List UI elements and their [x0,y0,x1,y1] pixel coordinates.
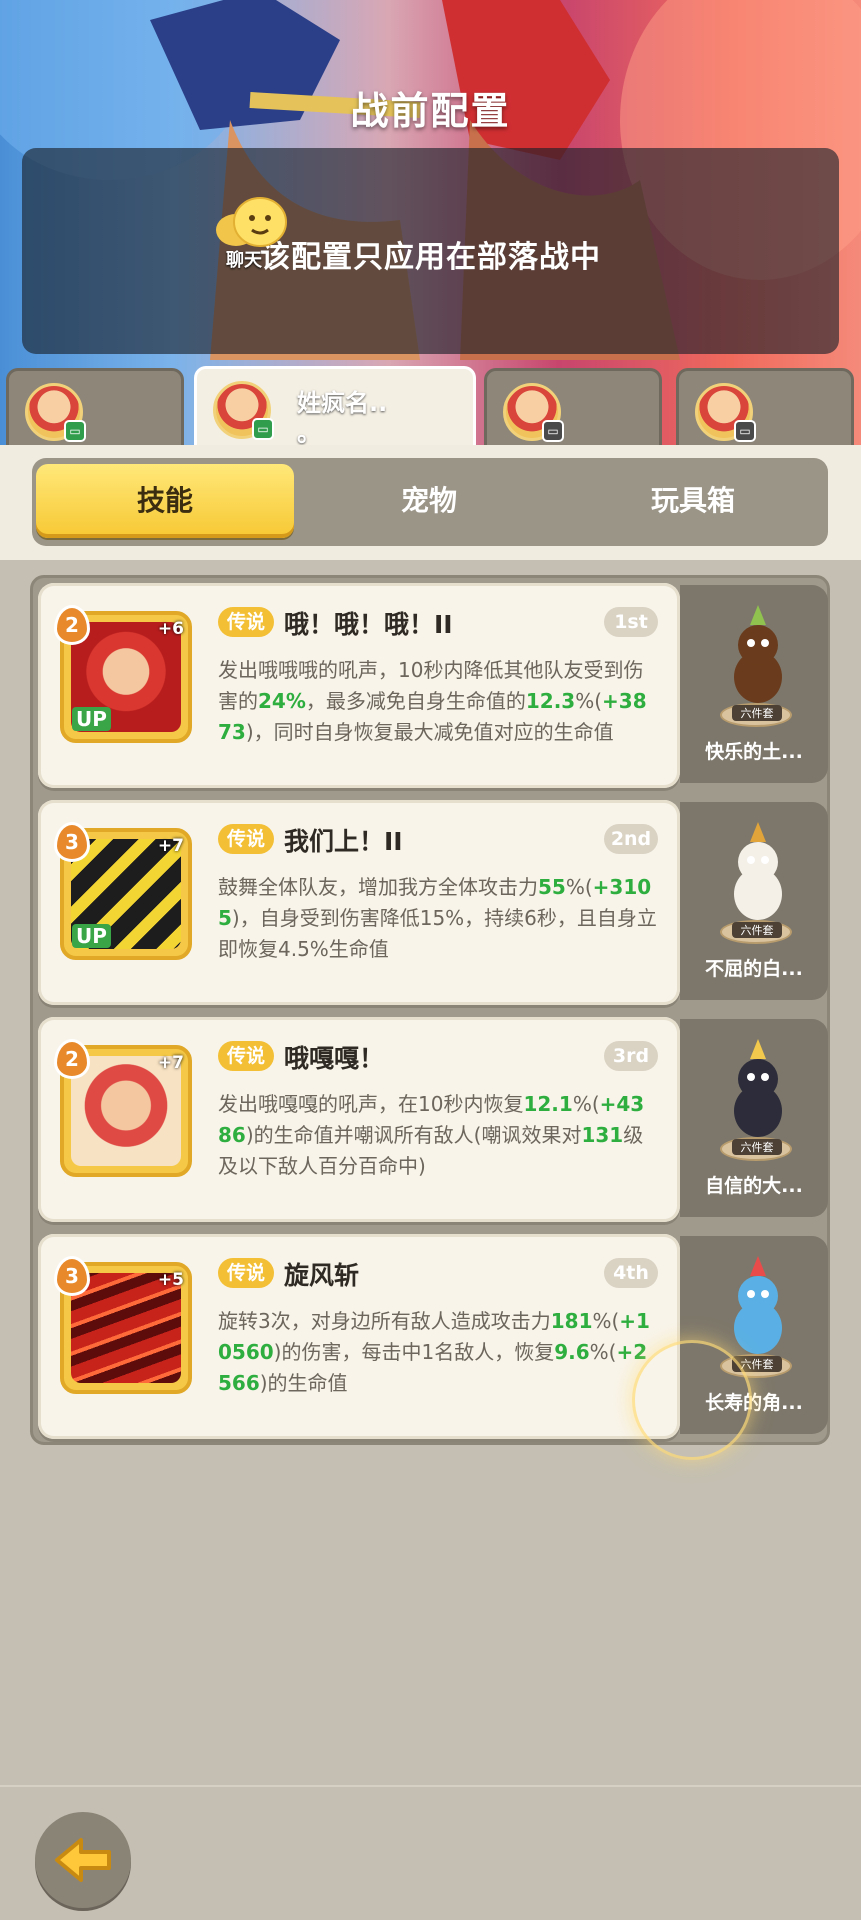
skill-description: 鼓舞全体队友，增加我方全体攻击力55%(+3105)，自身受到伤害降低15%，持… [218,872,658,965]
pet-set-tag: 六件套 [732,705,782,721]
pet-figure-icon [734,1039,782,1137]
skill-text: 旋转3次，对身边所有敌人造成攻击力 [218,1309,551,1333]
character-tab-4[interactable]: ▭ [676,368,854,446]
character-tab-2[interactable]: ▭ 姓疯名.. 。 [194,366,476,448]
page-title: 战前配置 [350,89,511,133]
upgrade-badge: UP [72,707,111,731]
skill-plus-level: +5 [157,1270,184,1290]
skill-name: 我们上！II [284,827,403,856]
equipped-pet-card[interactable]: 六件套自信的大... [680,1019,828,1217]
skill-icon[interactable]: 2 +7 [54,1039,192,1177]
category-tabbar: 技能 宠物 玩具箱 [32,458,828,546]
skill-text: 发出哦嘎嘎的吼声，在10秒内恢复 [218,1092,524,1116]
skill-card[interactable]: 3 +7 UP 传说 我们上！II 2nd 鼓舞全体队友，增加我方全体攻击力55%(+310… [38,800,680,1005]
avatar: ▭ [503,383,564,442]
skill-tier-badge: 传说 [218,824,274,854]
skill-description: 发出哦嘎嘎的吼声，在10秒内恢复12.1%(+4386)的生命值并嘲讽所有敌人(… [218,1089,658,1182]
skill-row: 2 +6 UP 传说 哦！哦！哦！II 1st 发出哦哦哦的吼声，10秒内降低其他队友受到伤… [38,583,828,788]
skill-plus-level: +6 [157,619,184,639]
avatar: ▭ [25,383,86,442]
character-tab-3[interactable]: ▭ [484,368,662,446]
pet-set-tag: 六件套 [732,922,782,938]
skill-level-badge: 3 [54,822,90,862]
skill-value: 24% [258,689,306,713]
pet-name: 不屈的白... [705,958,803,980]
skill-order-badge: 3rd [604,1041,658,1071]
skill-plus-level: +7 [157,1053,184,1073]
avatar: ▭ [695,383,756,442]
skill-value: 55 [538,875,566,899]
skill-description: 旋转3次，对身边所有敌人造成攻击力181%(+10560)的伤害，每击中1名敌人… [218,1306,658,1399]
skill-text: %( [589,1340,617,1364]
tab-band: 技能 宠物 玩具箱 [0,445,861,560]
notice-panel: 该配置只应用在部落战中 [22,148,839,354]
skill-value: 9.6 [554,1340,590,1364]
skill-name: 哦嘎嘎！ [284,1044,385,1073]
skill-icon[interactable]: 3 +7 UP [54,822,192,960]
notice-text: 该配置只应用在部落战中 [260,240,601,275]
skill-name: 旋风斩 [284,1261,360,1290]
skill-text: )，同时自身恢复最大减免值对应的生命值 [245,720,614,744]
skill-level-badge: 3 [54,1256,90,1296]
skill-card[interactable]: 2 +7 传说 哦嘎嘎！ 3rd 发出哦嘎嘎的吼声，在10秒内恢复12.1%(+4386)… [38,1017,680,1222]
chat-status-icon: ▭ [542,420,564,442]
pet-figure-icon [734,605,782,703]
chat-label: 聊天 [226,250,262,271]
equipped-pet-card[interactable]: 六件套不屈的白... [680,802,828,1000]
skill-card[interactable]: 2 +6 UP 传说 哦！哦！哦！II 1st 发出哦哦哦的吼声，10秒内降低其他队友受到伤… [38,583,680,788]
skill-text: )的生命值并嘲讽所有敌人(嘲讽效果对 [245,1123,582,1147]
pet-name: 快乐的土... [705,741,803,763]
skill-level-badge: 2 [54,605,90,645]
skill-icon[interactable]: 2 +6 UP [54,605,192,743]
character-tab-1[interactable]: ▭ [6,368,184,446]
skill-text: )的生命值 [259,1371,348,1395]
skill-text: %( [592,1309,620,1333]
character-name-suffix: 。 [297,419,321,447]
skill-tier-badge: 传说 [218,1041,274,1071]
skill-value: 12.1 [523,1092,573,1116]
skill-value: 181 [550,1309,593,1333]
skill-tier-badge: 传说 [218,1258,274,1288]
chat-status-icon: ▭ [64,420,86,442]
chat-status-icon: ▭ [734,420,756,442]
skill-value: 131 [581,1123,624,1147]
skill-row: 2 +7 传说 哦嘎嘎！ 3rd 发出哦嘎嘎的吼声，在10秒内恢复12.1%(+4386)… [38,1017,828,1222]
skill-tier-badge: 传说 [218,607,274,637]
skill-name: 哦！哦！哦！II [284,610,453,639]
skill-text: ，最多减免自身生命值的 [305,689,526,713]
sparkle-effect [632,1340,752,1460]
skill-plus-level: +7 [157,836,184,856]
chat-status-icon: ▭ [252,418,274,440]
pet-figure-icon [734,822,782,920]
tab-toybox[interactable]: 玩具箱 [564,464,822,538]
skill-text: %( [565,875,593,899]
skill-text: %( [572,1092,600,1116]
tab-pets[interactable]: 宠物 [300,464,558,538]
skill-text: 鼓舞全体队友，增加我方全体攻击力 [218,875,538,899]
pet-set-tag: 六件套 [732,1139,782,1155]
skill-order-badge: 1st [604,607,658,637]
pet-name: 自信的大... [705,1175,803,1197]
avatar: ▭ [213,381,274,440]
skill-text: )，自身受到伤害降低15%，持续6秒，且自身立即恢复4.5%生命值 [218,906,657,961]
upgrade-badge: UP [72,924,111,948]
skill-value: 12.3 [525,689,576,713]
back-button[interactable] [35,1812,131,1908]
skill-order-badge: 4th [604,1258,658,1288]
equipped-pet-card[interactable]: 六件套快乐的土... [680,585,828,783]
chat-button[interactable]: 聊天 [210,196,296,276]
skill-icon[interactable]: 3 +5 [54,1256,192,1394]
skill-card[interactable]: 3 +5 传说 旋风斩 4th 旋转3次，对身边所有敌人造成攻击力181%(+10560)… [38,1234,680,1439]
back-arrow-icon [55,1838,111,1882]
skill-text: )的伤害，每击中1名敌人，恢复 [273,1340,555,1364]
skill-row: 3 +7 UP 传说 我们上！II 2nd 鼓舞全体队友，增加我方全体攻击力55%(+310… [38,800,828,1005]
skill-text: %( [575,689,603,713]
tab-skills[interactable]: 技能 [36,464,294,538]
skill-description: 发出哦哦哦的吼声，10秒内降低其他队友受到伤害的24%，最多减免自身生命值的12… [218,655,658,748]
pet-figure-icon [734,1256,782,1354]
skill-order-badge: 2nd [604,824,658,854]
skill-level-badge: 2 [54,1039,90,1079]
